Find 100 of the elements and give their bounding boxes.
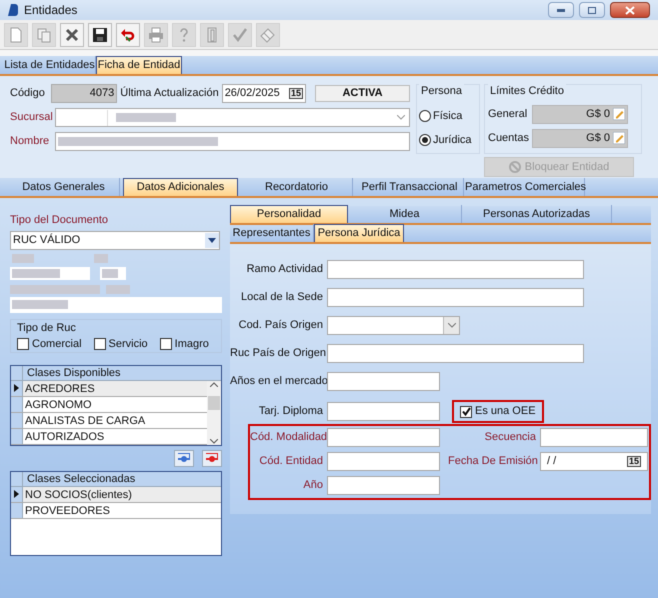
field-label: Local de la Sede — [240, 290, 323, 306]
grid-row[interactable]: ANALISTAS DE CARGA — [11, 412, 207, 428]
text-field[interactable] — [327, 402, 440, 421]
text-field[interactable] — [540, 428, 648, 447]
remove-class-button[interactable] — [202, 450, 222, 466]
close-button[interactable] — [610, 2, 650, 18]
new-document-icon — [8, 26, 24, 42]
app-icon — [8, 4, 18, 16]
grid-cell-text: ANALISTAS DE CARGA — [24, 414, 146, 428]
window-title: Entidades — [24, 2, 78, 19]
redacted-text — [12, 300, 68, 309]
redacted-text — [102, 268, 118, 278]
checkbox-option[interactable]: Imagro — [160, 336, 209, 352]
pencil-icon[interactable] — [613, 132, 625, 144]
section-tab[interactable]: Recordatorio — [241, 178, 353, 196]
column-header: Clases Disponibles — [26, 366, 121, 380]
checkbox[interactable] — [460, 406, 472, 418]
scroll-thumb[interactable] — [208, 396, 220, 410]
pencil-icon[interactable] — [613, 108, 625, 120]
checkbox[interactable] — [17, 338, 29, 350]
section-tab[interactable]: Datos Adicionales — [123, 178, 238, 196]
field-label: Nombre — [10, 134, 50, 150]
section-tab[interactable]: Perfil Transaccional — [356, 178, 464, 196]
row-header[interactable] — [11, 486, 23, 502]
field-label: Secuencia — [484, 430, 536, 446]
scroll-up-icon[interactable] — [210, 382, 218, 386]
checkmark-icon — [232, 26, 248, 42]
chevron-down-icon — [397, 115, 405, 120]
eraser-icon — [260, 26, 276, 42]
text-field[interactable] — [327, 372, 440, 391]
form-tab[interactable]: Ficha de Entidad — [96, 56, 182, 74]
grid-cell-text: AGRONOMO — [24, 398, 92, 412]
grid-row[interactable]: AUTORIZADOS — [11, 428, 207, 444]
toolbar-button[interactable] — [60, 22, 84, 46]
restore-icon — [588, 6, 596, 14]
redacted-text — [116, 113, 176, 122]
section-tab[interactable]: Datos Generales — [8, 178, 120, 196]
minimize-button[interactable] — [548, 2, 574, 18]
sub-tab[interactable]: Personas Autorizadas — [462, 205, 612, 223]
save-icon — [92, 26, 108, 42]
copy-icon — [36, 26, 52, 42]
grid-row[interactable]: AGRONOMO — [11, 396, 207, 412]
checkbox-option[interactable]: Comercial — [17, 336, 82, 352]
printer-icon — [148, 26, 164, 42]
toolbar-button[interactable] — [88, 22, 112, 46]
field-label: Año — [302, 478, 323, 494]
oee-checkbox[interactable]: Es una OEE — [452, 400, 544, 423]
prohibited-icon — [508, 161, 521, 173]
text-field[interactable] — [327, 452, 440, 471]
undo-icon — [120, 26, 136, 42]
checkbox[interactable] — [94, 338, 106, 350]
grid-row[interactable]: NO SOCIOS(clientes) — [11, 486, 221, 502]
date-field[interactable]: 26/02/2025 15 — [222, 84, 306, 103]
section-tab[interactable]: Parametros Comerciales — [467, 178, 585, 196]
remove-icon — [206, 453, 218, 463]
field-label: Última Actualización — [120, 86, 219, 102]
inner-tab[interactable]: Persona Jurídica — [314, 224, 404, 242]
amount-field: G$ 0 — [532, 104, 628, 124]
dropdown-arrow-icon — [208, 238, 216, 242]
row-header[interactable] — [11, 380, 23, 396]
field-label: Ramo Actividad — [246, 262, 323, 278]
sub-tab[interactable]: Midea — [348, 205, 462, 223]
calendar-icon[interactable]: 15 — [626, 456, 641, 467]
grid-row[interactable]: PROVEEDORES — [11, 502, 221, 518]
country-select[interactable] — [327, 316, 460, 335]
calendar-icon[interactable]: 15 — [289, 88, 304, 99]
close-icon — [625, 6, 635, 14]
status-badge: ACTIVA — [315, 85, 410, 102]
branch-select[interactable] — [55, 108, 410, 127]
maximize-button[interactable] — [579, 2, 605, 18]
column-header: Clases Seleccionadas — [26, 472, 136, 486]
sub-tab[interactable]: Personalidad — [230, 205, 348, 223]
document-type-select[interactable]: RUC VÁLIDO — [10, 230, 220, 250]
radio-option[interactable]: Jurídica — [419, 132, 479, 148]
radio-option[interactable]: Física — [419, 108, 479, 124]
add-class-button[interactable] — [174, 450, 194, 466]
text-field[interactable] — [327, 344, 584, 363]
text-field[interactable] — [327, 260, 584, 279]
field-label: Tipo del Documento — [10, 213, 108, 228]
text-field[interactable] — [327, 288, 584, 307]
amount-field: G$ 0 — [532, 128, 628, 148]
scroll-down-icon[interactable] — [210, 438, 218, 444]
grid-cell-text: AUTORIZADOS — [24, 430, 104, 444]
checkbox[interactable] — [160, 338, 172, 350]
field-label: Sucursal — [10, 110, 52, 126]
field-label: Cuentas — [488, 130, 530, 146]
chevron-down-icon — [448, 323, 456, 328]
grid-cell-text: PROVEEDORES — [24, 504, 110, 518]
field-label: Código — [10, 86, 46, 102]
delete-icon — [64, 26, 80, 42]
grid-row[interactable]: ACREDORES — [11, 380, 207, 396]
group-title: Tipo de Ruc — [17, 320, 76, 336]
grid-cell-text: NO SOCIOS(clientes) — [24, 488, 132, 502]
checkbox-option[interactable]: Servicio — [94, 336, 148, 352]
text-field[interactable] — [327, 476, 440, 495]
date-field[interactable]: / / 15 — [540, 452, 648, 471]
scrollbar[interactable] — [207, 380, 221, 444]
name-field[interactable] — [54, 132, 410, 151]
row-pointer-icon — [14, 384, 19, 392]
text-field[interactable] — [327, 428, 440, 447]
